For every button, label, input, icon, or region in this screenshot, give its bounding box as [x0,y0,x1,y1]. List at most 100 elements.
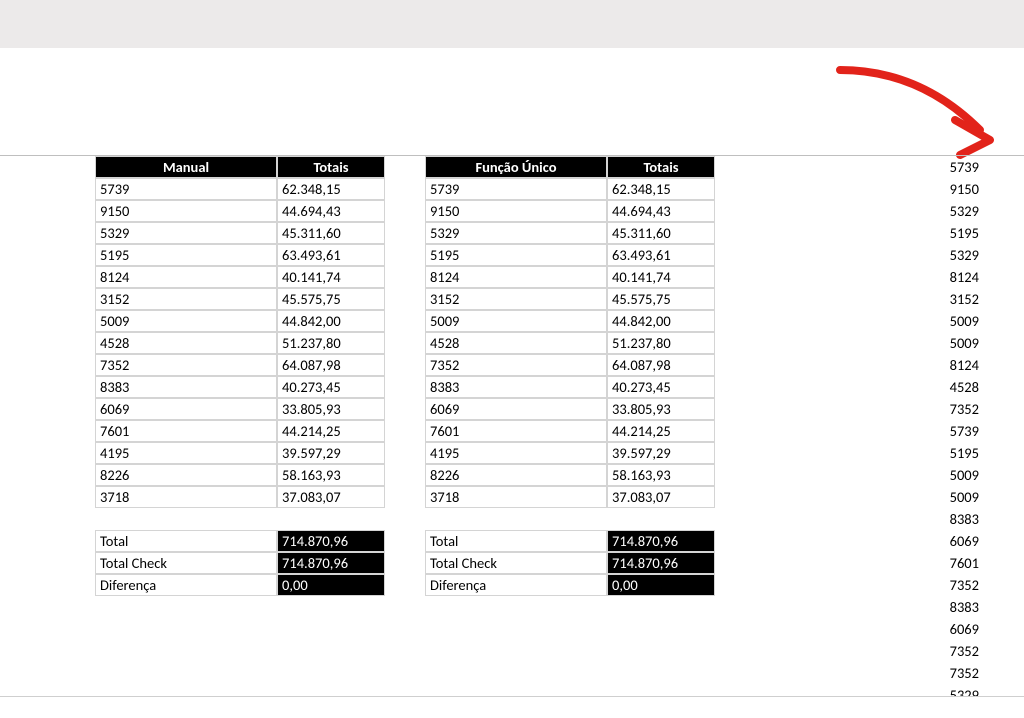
cell-id-left[interactable]: 3152 [95,288,277,310]
cell-id-right[interactable]: 3718 [425,486,607,508]
cell-total-left[interactable]: 40.141,74 [277,266,385,288]
side-value[interactable]: 8383 [905,596,983,618]
cell-id-left[interactable]: 5195 [95,244,277,266]
diff-label-right[interactable]: Diferença [425,574,607,596]
cell-id-right[interactable]: 4528 [425,332,607,354]
cell-id-left[interactable]: 5329 [95,222,277,244]
side-value[interactable]: 7352 [905,574,983,596]
side-value[interactable]: 5195 [905,442,983,464]
cell-total-left[interactable]: 58.163,93 [277,464,385,486]
check-label-left[interactable]: Total Check [95,552,277,574]
cell-total-left[interactable]: 44.214,25 [277,420,385,442]
side-value[interactable]: 5739 [905,156,983,178]
cell-total-left[interactable]: 44.694,43 [277,200,385,222]
cell-id-left[interactable]: 8124 [95,266,277,288]
cell-total-left[interactable]: 45.575,75 [277,288,385,310]
cell-id-right[interactable]: 5329 [425,222,607,244]
cell-id-right[interactable]: 4195 [425,442,607,464]
cell-total-right[interactable]: 51.237,80 [607,332,715,354]
side-value[interactable]: 8124 [905,354,983,376]
side-value[interactable]: 5739 [905,420,983,442]
cell-id-left[interactable]: 7601 [95,420,277,442]
cell-id-right[interactable]: 8383 [425,376,607,398]
cell-total-left[interactable]: 33.805,93 [277,398,385,420]
cell-id-left[interactable]: 9150 [95,200,277,222]
side-value[interactable]: 4528 [905,376,983,398]
total-value-right[interactable]: 714.870,96 [607,530,715,552]
cell-total-right[interactable]: 40.141,74 [607,266,715,288]
side-value[interactable]: 6069 [905,530,983,552]
cell-total-left[interactable]: 51.237,80 [277,332,385,354]
cell-id-right[interactable]: 8226 [425,464,607,486]
side-id-column[interactable]: 5739915053295195532981243152500950098124… [905,156,983,706]
cell-id-right[interactable]: 5739 [425,178,607,200]
cell-id-right[interactable]: 7352 [425,354,607,376]
cell-total-left[interactable]: 64.087,98 [277,354,385,376]
side-value[interactable]: 6069 [905,618,983,640]
cell-total-right[interactable]: 58.163,93 [607,464,715,486]
total-value-left[interactable]: 714.870,96 [277,530,385,552]
diff-value-left[interactable]: 0,00 [277,574,385,596]
diff-value-right[interactable]: 0,00 [607,574,715,596]
worksheet[interactable]: Manual Totais Função Único Totais 573962… [0,155,1024,156]
check-value-left[interactable]: 714.870,96 [277,552,385,574]
check-label-right[interactable]: Total Check [425,552,607,574]
cell-total-right[interactable]: 45.575,75 [607,288,715,310]
side-value[interactable]: 7352 [905,398,983,420]
total-label-left[interactable]: Total [95,530,277,552]
cell-total-left[interactable]: 45.311,60 [277,222,385,244]
cell-total-right[interactable]: 44.842,00 [607,310,715,332]
cell-total-right[interactable]: 40.273,45 [607,376,715,398]
check-value-right[interactable]: 714.870,96 [607,552,715,574]
cell-total-left[interactable]: 37.083,07 [277,486,385,508]
side-value[interactable]: 7352 [905,640,983,662]
side-value[interactable]: 7352 [905,662,983,684]
cell-total-right[interactable]: 45.311,60 [607,222,715,244]
side-value[interactable]: 8124 [905,266,983,288]
cell-id-left[interactable]: 5739 [95,178,277,200]
side-value[interactable]: 8383 [905,508,983,530]
side-value[interactable]: 5329 [905,200,983,222]
cell-total-left[interactable]: 44.842,00 [277,310,385,332]
side-value[interactable]: 9150 [905,178,983,200]
cell-total-right[interactable]: 44.694,43 [607,200,715,222]
side-value[interactable]: 5009 [905,332,983,354]
cell-id-left[interactable]: 4195 [95,442,277,464]
cell-total-right[interactable]: 62.348,15 [607,178,715,200]
side-value[interactable]: 5009 [905,464,983,486]
cell-total-right[interactable]: 39.597,29 [607,442,715,464]
cell-total-left[interactable]: 63.493,61 [277,244,385,266]
cell-total-right[interactable]: 37.083,07 [607,486,715,508]
cell-id-right[interactable]: 6069 [425,398,607,420]
cell-id-left[interactable]: 3718 [95,486,277,508]
cell-id-left[interactable]: 4528 [95,332,277,354]
cell-id-right[interactable]: 3152 [425,288,607,310]
total-label-right[interactable]: Total [425,530,607,552]
cell-id-left[interactable]: 8226 [95,464,277,486]
cell-id-right[interactable]: 7601 [425,420,607,442]
cell-total-left[interactable]: 39.597,29 [277,442,385,464]
cell-id-left[interactable]: 6069 [95,398,277,420]
diff-label-left[interactable]: Diferença [95,574,277,596]
side-value[interactable]: 5009 [905,310,983,332]
cell-id-left[interactable]: 7352 [95,354,277,376]
cell-total-right[interactable]: 64.087,98 [607,354,715,376]
cell-id-right[interactable]: 5195 [425,244,607,266]
sheet-tabs-bar[interactable] [0,696,1024,718]
gap [385,156,425,178]
side-value[interactable]: 5329 [905,244,983,266]
side-value[interactable]: 3152 [905,288,983,310]
cell-id-left[interactable]: 8383 [95,376,277,398]
cell-id-right[interactable]: 9150 [425,200,607,222]
side-value[interactable]: 7601 [905,552,983,574]
cell-total-right[interactable]: 33.805,93 [607,398,715,420]
cell-total-right[interactable]: 44.214,25 [607,420,715,442]
cell-total-left[interactable]: 40.273,45 [277,376,385,398]
cell-id-right[interactable]: 8124 [425,266,607,288]
side-value[interactable]: 5009 [905,486,983,508]
cell-id-left[interactable]: 5009 [95,310,277,332]
cell-id-right[interactable]: 5009 [425,310,607,332]
cell-total-left[interactable]: 62.348,15 [277,178,385,200]
cell-total-right[interactable]: 63.493,61 [607,244,715,266]
side-value[interactable]: 5195 [905,222,983,244]
